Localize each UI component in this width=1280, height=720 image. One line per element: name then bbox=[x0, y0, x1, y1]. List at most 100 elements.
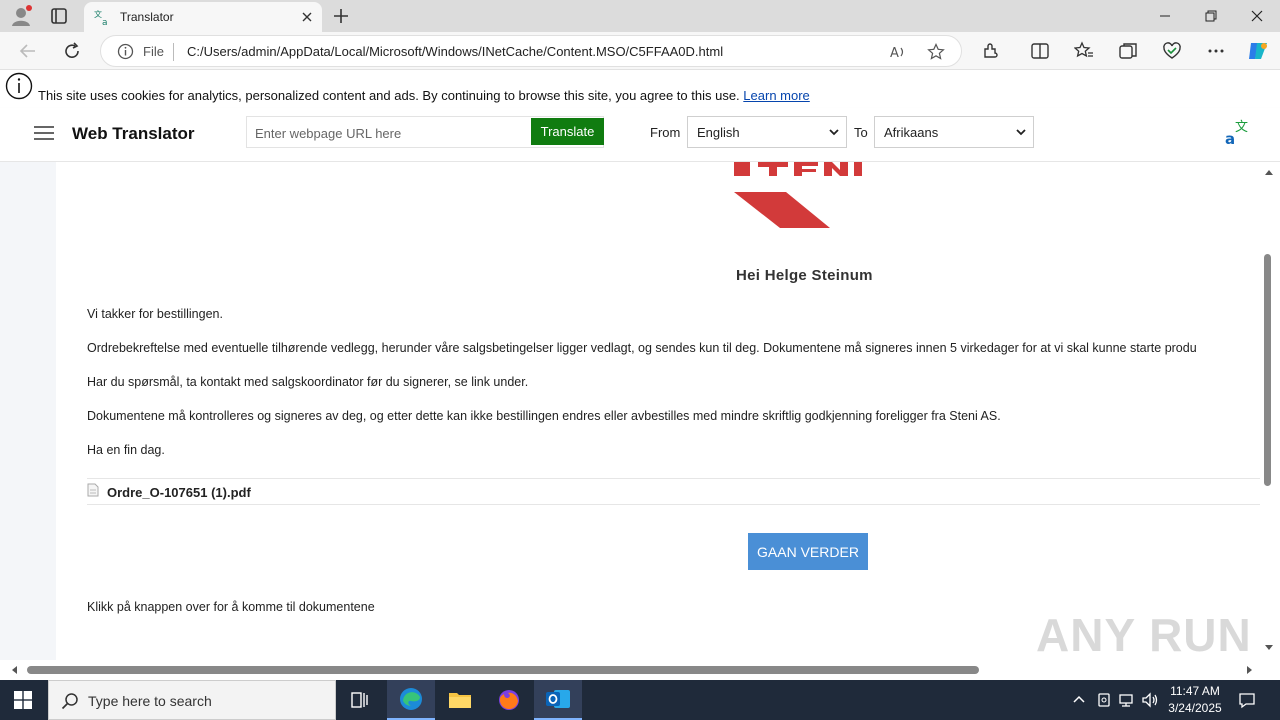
refresh-icon[interactable] bbox=[62, 41, 82, 61]
translator-logo-icon: 文 a bbox=[1225, 120, 1248, 146]
email-paragraph: Ha en fin dag. bbox=[87, 443, 165, 457]
url-text[interactable]: C:/Users/admin/AppData/Local/Microsoft/W… bbox=[187, 44, 723, 59]
address-prefix: File bbox=[143, 44, 164, 59]
copilot-icon[interactable] bbox=[1246, 39, 1270, 63]
clock-time: 11:47 AM bbox=[1170, 684, 1220, 698]
site-info-icon[interactable] bbox=[117, 43, 134, 60]
cookie-text: This site uses cookies for analytics, pe… bbox=[38, 88, 810, 103]
scroll-up-icon[interactable] bbox=[1264, 168, 1274, 178]
back-icon[interactable] bbox=[18, 41, 38, 61]
chevron-down-icon bbox=[829, 129, 839, 136]
edge-taskbar-button[interactable] bbox=[387, 680, 435, 720]
network-icon[interactable] bbox=[1118, 691, 1136, 709]
extensions-icon[interactable] bbox=[981, 41, 1001, 61]
email-paragraph: Har du spørsmål, ta kontakt med salgskoo… bbox=[87, 375, 529, 389]
chevron-down-icon bbox=[1016, 129, 1026, 136]
scroll-down-icon[interactable] bbox=[1264, 642, 1274, 652]
translated-page: Hei Helge Steinum Vi takker for bestilli… bbox=[0, 162, 1280, 680]
document-icon bbox=[87, 483, 99, 497]
email-paragraph: Ordrebekreftelse med eventuelle tilhøren… bbox=[87, 341, 1197, 355]
vertical-scroll-thumb[interactable] bbox=[1264, 254, 1271, 486]
address-bar[interactable]: File C:/Users/admin/AppData/Local/Micros… bbox=[100, 35, 962, 67]
task-view-icon bbox=[351, 692, 368, 708]
tab-close-icon[interactable] bbox=[300, 10, 314, 24]
firefox-taskbar-button[interactable] bbox=[485, 680, 533, 720]
outlook-icon bbox=[546, 690, 570, 708]
profile-icon[interactable] bbox=[10, 5, 32, 27]
attachment-name[interactable]: Ordre_O-107651 (1).pdf bbox=[107, 485, 251, 500]
tab-title: Translator bbox=[120, 10, 174, 24]
brand-title: Web Translator bbox=[72, 124, 195, 143]
anyrun-watermark: ANY RUN bbox=[1036, 609, 1252, 661]
from-language-select[interactable]: English bbox=[687, 116, 847, 148]
scroll-right-icon[interactable] bbox=[1244, 665, 1254, 675]
browser-titlebar: 文a Translator bbox=[0, 0, 1280, 32]
continue-button[interactable]: GAAN VERDER bbox=[748, 533, 868, 570]
folder-icon bbox=[449, 693, 471, 708]
email-greeting: Hei Helge Steinum bbox=[736, 267, 873, 284]
horizontal-scrollbar[interactable] bbox=[0, 660, 1260, 680]
translator-header: Web Translator Translate From English To… bbox=[0, 108, 1280, 162]
read-aloud-icon[interactable]: A bbox=[889, 43, 907, 61]
search-icon bbox=[61, 693, 78, 710]
cookie-notice: This site uses cookies for analytics, pe… bbox=[0, 70, 1280, 108]
minimize-icon bbox=[1160, 15, 1170, 17]
email-paragraph: Dokumentene må kontrolleres og signeres … bbox=[87, 409, 1001, 423]
email-footer-text: Klikk på knappen over for å komme til do… bbox=[87, 600, 375, 614]
horizontal-scroll-thumb[interactable] bbox=[27, 666, 979, 674]
outlook-taskbar-button[interactable] bbox=[534, 680, 582, 720]
collections-icon[interactable] bbox=[1118, 41, 1138, 61]
from-language-value: English bbox=[697, 125, 740, 140]
windows-taskbar: Type here to search 11:47 AM 3/24/2025 bbox=[0, 680, 1280, 720]
volume-icon[interactable] bbox=[1141, 691, 1159, 709]
left-gutter bbox=[0, 162, 56, 680]
more-menu-icon[interactable] bbox=[1206, 41, 1226, 61]
restore-icon bbox=[1205, 10, 1217, 22]
svg-text:a: a bbox=[102, 18, 108, 26]
windows-start-icon[interactable] bbox=[14, 691, 32, 709]
hamburger-menu-icon[interactable] bbox=[34, 125, 54, 141]
system-clock[interactable]: 11:47 AM 3/24/2025 bbox=[1162, 683, 1228, 717]
learn-more-link[interactable]: Learn more bbox=[743, 88, 809, 103]
close-window-button[interactable] bbox=[1234, 0, 1280, 32]
address-toolbar: File C:/Users/admin/AppData/Local/Micros… bbox=[0, 32, 1280, 70]
webpage-url-input[interactable] bbox=[255, 123, 525, 143]
task-view-button[interactable] bbox=[336, 680, 384, 720]
from-label: From bbox=[650, 125, 681, 140]
steni-logo bbox=[734, 162, 862, 228]
info-icon bbox=[5, 72, 33, 100]
split-screen-icon[interactable] bbox=[1030, 41, 1050, 61]
new-tab-icon[interactable] bbox=[332, 7, 350, 25]
file-explorer-button[interactable] bbox=[436, 680, 484, 720]
notifications-icon[interactable] bbox=[1238, 691, 1256, 709]
taskbar-search-placeholder: Type here to search bbox=[88, 693, 212, 709]
favorite-star-icon[interactable] bbox=[927, 43, 945, 61]
attachment-row[interactable]: Ordre_O-107651 (1).pdf bbox=[87, 478, 1262, 505]
to-language-select[interactable]: Afrikaans bbox=[874, 116, 1034, 148]
cookie-message: This site uses cookies for analytics, pe… bbox=[38, 88, 740, 103]
tab-actions-icon[interactable] bbox=[50, 7, 68, 25]
translate-button[interactable]: Translate bbox=[531, 118, 604, 145]
svg-text:a: a bbox=[1225, 130, 1235, 146]
to-language-value: Afrikaans bbox=[884, 125, 939, 140]
translator-favicon-icon: 文a bbox=[94, 9, 108, 26]
taskbar-search[interactable]: Type here to search bbox=[48, 680, 336, 720]
vertical-scrollbar[interactable] bbox=[1260, 162, 1280, 660]
scroll-left-icon[interactable] bbox=[10, 665, 20, 675]
address-divider bbox=[173, 43, 174, 61]
edge-icon bbox=[400, 688, 422, 710]
browser-essentials-icon[interactable] bbox=[1162, 41, 1182, 61]
email-paragraph: Vi takker for bestillingen. bbox=[87, 307, 223, 321]
svg-text:文: 文 bbox=[94, 9, 102, 19]
clock-date: 3/24/2025 bbox=[1168, 701, 1222, 715]
favorites-icon[interactable] bbox=[1074, 41, 1094, 61]
close-icon bbox=[1251, 10, 1263, 22]
minimize-button[interactable] bbox=[1142, 0, 1188, 32]
device-icon[interactable] bbox=[1095, 691, 1113, 709]
svg-text:A: A bbox=[890, 46, 899, 61]
browser-tab[interactable]: 文a Translator bbox=[84, 2, 322, 32]
restore-button[interactable] bbox=[1188, 0, 1234, 32]
show-hidden-icons-icon[interactable] bbox=[1070, 691, 1088, 709]
firefox-icon bbox=[499, 690, 519, 710]
svg-text:文: 文 bbox=[1235, 120, 1248, 135]
